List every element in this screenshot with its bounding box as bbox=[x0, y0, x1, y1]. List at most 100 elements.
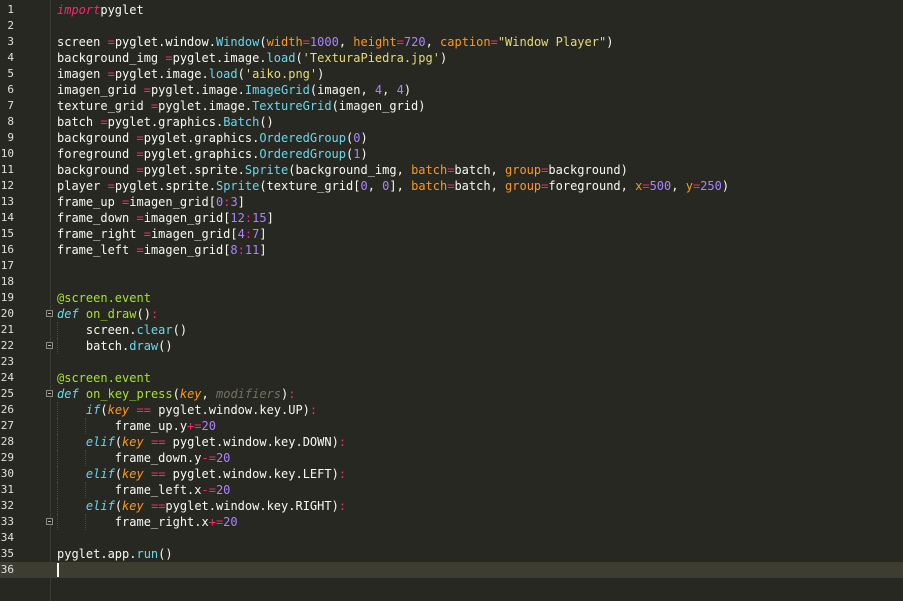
code-line[interactable]: 28 elif(key == pyglet.window.key.DOWN): bbox=[0, 434, 903, 450]
line-number: 12 bbox=[0, 179, 14, 192]
code-lines[interactable]: 1 importpyglet 2 3 screen =pyglet.window.Win… bbox=[0, 2, 903, 578]
code-token: = bbox=[100, 115, 108, 129]
code-line[interactable]: 5 imagen =pyglet.image.load('aiko.png') bbox=[0, 66, 903, 82]
code-line[interactable]: 16 frame_left =imagen_grid[8:11] bbox=[0, 242, 903, 258]
code-line[interactable]: 3 screen =pyglet.window.Window(width=1000… bbox=[0, 34, 903, 50]
code-line[interactable]: 25 def on_key_press(key, modifiers): bbox=[0, 386, 903, 402]
code-line[interactable]: 31 frame_left.x-=20 bbox=[0, 482, 903, 498]
code-line[interactable]: 11 background =pyglet.sprite.Sprite(backg… bbox=[0, 162, 903, 178]
code-line[interactable]: 18 bbox=[0, 274, 903, 290]
code-text: pyglet.app.run() bbox=[57, 546, 173, 562]
code-text: imagen_grid =pyglet.image.ImageGrid(imag… bbox=[57, 82, 411, 98]
code-token: , bbox=[425, 35, 441, 49]
code-text: batch.draw() bbox=[57, 338, 173, 354]
code-line[interactable]: 21 screen.clear() bbox=[0, 322, 903, 338]
code-token: = bbox=[490, 35, 498, 49]
code-line[interactable]: 33 frame_right.x+=20 bbox=[0, 514, 903, 530]
code-token: 'TexturaPiedra.jpg' bbox=[302, 51, 440, 65]
code-line[interactable]: 35 pyglet.app.run() bbox=[0, 546, 903, 562]
indent-guide bbox=[85, 514, 87, 530]
code-text: elif(key == pyglet.window.key.DOWN): bbox=[57, 434, 346, 450]
code-token: pyglet.window.key.LEFT) bbox=[165, 467, 339, 481]
code-text: frame_up =imagen_grid[0:3] bbox=[57, 194, 245, 210]
code-token: = bbox=[136, 243, 144, 257]
line-number: 22 bbox=[0, 339, 14, 352]
line-number: 27 bbox=[0, 419, 14, 432]
code-line[interactable]: 2 bbox=[0, 18, 903, 34]
code-token: : bbox=[150, 307, 159, 321]
code-line[interactable]: 19 @screen.event bbox=[0, 290, 903, 306]
code-token: background) bbox=[548, 163, 628, 177]
code-line[interactable]: 32 elif(key ==pyglet.window.key.RIGHT): bbox=[0, 498, 903, 514]
code-token: , bbox=[367, 179, 383, 193]
code-token: caption bbox=[440, 35, 491, 49]
code-token: pyglet.graphics. bbox=[143, 131, 260, 145]
code-token: ] bbox=[259, 227, 267, 241]
code-token: ] bbox=[266, 211, 274, 225]
code-token: group bbox=[505, 179, 542, 193]
code-token: clear bbox=[136, 323, 173, 337]
code-line[interactable]: 26 if(key == pyglet.window.key.UP): bbox=[0, 402, 903, 418]
indent-guide bbox=[57, 322, 59, 338]
code-token: == bbox=[150, 499, 166, 513]
code-token: foreground bbox=[57, 147, 137, 161]
code-token: batch, bbox=[454, 179, 506, 193]
code-token: , bbox=[201, 387, 216, 401]
code-line[interactable]: 8 batch =pyglet.graphics.Batch() bbox=[0, 114, 903, 130]
code-line[interactable]: 20 def on_draw(): bbox=[0, 306, 903, 322]
code-text: elif(key ==pyglet.window.key.RIGHT): bbox=[57, 498, 346, 514]
code-token: frame_left bbox=[57, 243, 137, 257]
code-line[interactable]: 6 imagen_grid =pyglet.image.ImageGrid(ima… bbox=[0, 82, 903, 98]
code-line[interactable]: 15 frame_right =imagen_grid[4:7] bbox=[0, 226, 903, 242]
code-token: ], bbox=[389, 179, 412, 193]
code-line[interactable]: 4 background_img =pyglet.image.load('Text… bbox=[0, 50, 903, 66]
fold-end-icon bbox=[46, 342, 53, 349]
code-text: player =pyglet.sprite.Sprite(texture_gri… bbox=[57, 178, 729, 194]
code-line[interactable]: 23 bbox=[0, 354, 903, 370]
code-token: ( bbox=[114, 435, 123, 449]
code-line[interactable]: 36 bbox=[0, 562, 903, 578]
code-token: import bbox=[57, 3, 101, 17]
code-line[interactable]: 29 frame_down.y-=20 bbox=[0, 450, 903, 466]
code-token: (imagen, bbox=[309, 83, 375, 97]
code-line[interactable]: 10 foreground =pyglet.graphics.OrderedGro… bbox=[0, 146, 903, 162]
code-token: 11 bbox=[244, 243, 260, 257]
code-text: frame_left.x-=20 bbox=[57, 482, 231, 498]
code-line[interactable]: 30 elif(key == pyglet.window.key.LEFT): bbox=[0, 466, 903, 482]
code-line[interactable]: 13 frame_up =imagen_grid[0:3] bbox=[0, 194, 903, 210]
indent-guide bbox=[57, 514, 59, 530]
line-number: 3 bbox=[7, 35, 14, 48]
code-editor[interactable]: 1 importpyglet 2 3 screen =pyglet.window.Win… bbox=[0, 0, 903, 601]
code-line[interactable]: 27 frame_up.y+=20 bbox=[0, 418, 903, 434]
code-line[interactable]: 14 frame_down =imagen_grid[12:15] bbox=[0, 210, 903, 226]
code-line[interactable]: 22 batch.draw() bbox=[0, 338, 903, 354]
line-number: 18 bbox=[0, 275, 14, 288]
code-token: : bbox=[338, 467, 347, 481]
code-line[interactable]: 17 bbox=[0, 258, 903, 274]
code-line[interactable]: 34 bbox=[0, 530, 903, 546]
code-line[interactable]: 24 @screen.event bbox=[0, 370, 903, 386]
fold-collapse-icon[interactable] bbox=[46, 390, 53, 397]
code-line[interactable]: 1 importpyglet bbox=[0, 2, 903, 18]
line-number: 11 bbox=[0, 163, 14, 176]
code-text: frame_right =imagen_grid[4:7] bbox=[57, 226, 267, 242]
code-token: screen. bbox=[57, 323, 137, 337]
code-token: () bbox=[136, 307, 151, 321]
code-line[interactable]: 9 background =pyglet.graphics.OrderedGrou… bbox=[0, 130, 903, 146]
code-text: imagen =pyglet.image.load('aiko.png') bbox=[57, 66, 324, 82]
fold-collapse-icon[interactable] bbox=[46, 310, 53, 317]
code-token: load bbox=[208, 67, 238, 81]
code-text: screen =pyglet.window.Window(width=1000,… bbox=[57, 34, 613, 50]
code-token: background bbox=[57, 131, 137, 145]
code-token: batch. bbox=[57, 339, 130, 353]
code-token: foreground, bbox=[548, 179, 636, 193]
code-line[interactable]: 7 texture_grid =pyglet.image.TextureGrid(… bbox=[0, 98, 903, 114]
code-token: ) bbox=[439, 51, 448, 65]
code-token: -= bbox=[201, 483, 216, 497]
indent-guide bbox=[57, 466, 59, 482]
code-line[interactable]: 12 player =pyglet.sprite.Sprite(texture_g… bbox=[0, 178, 903, 194]
code-token: pyglet.graphics. bbox=[107, 115, 224, 129]
